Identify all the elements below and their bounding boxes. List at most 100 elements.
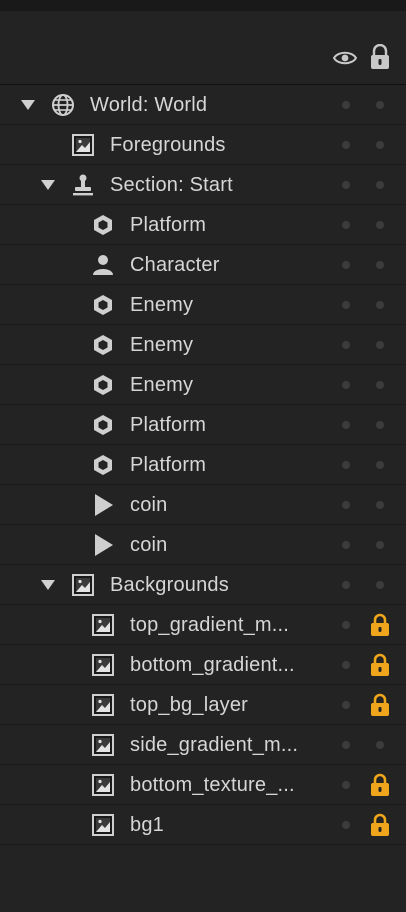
outline-row[interactable]: bottom_gradient...: [0, 645, 406, 685]
visibility-toggle[interactable]: [342, 501, 350, 509]
hexagon-icon: [91, 293, 115, 317]
visibility-toggle[interactable]: [342, 341, 350, 349]
visibility-toggle[interactable]: [342, 541, 350, 549]
visibility-toggle[interactable]: [342, 461, 350, 469]
visibility-toggle[interactable]: [342, 701, 350, 709]
visibility-toggle[interactable]: [342, 181, 350, 189]
outline-row[interactable]: Character: [0, 245, 406, 285]
visibility-toggle[interactable]: [342, 101, 350, 109]
visibility-toggle[interactable]: [342, 581, 350, 589]
scene-outline-tree: World: World Foregrounds Section: Start Pla…: [0, 85, 406, 845]
eye-icon[interactable]: [333, 49, 357, 67]
lock-toggle[interactable]: [376, 741, 384, 749]
play-icon: [91, 533, 115, 557]
outline-row-label: top_bg_layer: [130, 694, 249, 716]
outline-row[interactable]: World: World: [0, 85, 406, 125]
image-icon: [71, 573, 95, 597]
outline-row-label: bottom_gradient...: [130, 654, 295, 676]
visibility-toggle[interactable]: [342, 821, 350, 829]
outline-row[interactable]: Enemy: [0, 285, 406, 325]
hexagon-icon: [91, 373, 115, 397]
outline-row-label: Enemy: [130, 294, 194, 316]
outline-row-label: bottom_texture_...: [130, 774, 295, 796]
lock-toggle[interactable]: [376, 421, 384, 429]
outline-row-label: coin: [130, 494, 168, 516]
outline-row[interactable]: top_gradient_m...: [0, 605, 406, 645]
image-icon: [91, 653, 115, 677]
outline-row-label: World: World: [90, 94, 208, 116]
outline-row-label: Section: Start: [110, 174, 233, 196]
outline-row[interactable]: Backgrounds: [0, 565, 406, 605]
globe-icon: [51, 93, 75, 117]
outline-row-label: Platform: [130, 454, 207, 476]
outline-row-label: Platform: [130, 214, 207, 236]
play-icon: [91, 493, 115, 517]
lock-toggle[interactable]: [376, 301, 384, 309]
lock-icon[interactable]: [369, 44, 391, 70]
lock-icon[interactable]: [370, 653, 390, 677]
outline-row[interactable]: top_bg_layer: [0, 685, 406, 725]
lock-toggle[interactable]: [376, 461, 384, 469]
disclosure-arrow-icon[interactable]: [41, 180, 55, 190]
visibility-toggle[interactable]: [342, 381, 350, 389]
disclosure-arrow-icon[interactable]: [41, 580, 55, 590]
outline-row[interactable]: Section: Start: [0, 165, 406, 205]
outline-row[interactable]: Foregrounds: [0, 125, 406, 165]
outline-row[interactable]: Platform: [0, 445, 406, 485]
lock-toggle[interactable]: [376, 381, 384, 389]
visibility-toggle[interactable]: [342, 141, 350, 149]
person-icon: [91, 253, 115, 277]
lock-toggle[interactable]: [376, 501, 384, 509]
visibility-toggle[interactable]: [342, 221, 350, 229]
outline-row-label: Enemy: [130, 374, 194, 396]
lock-toggle[interactable]: [376, 341, 384, 349]
outline-row[interactable]: Enemy: [0, 365, 406, 405]
outline-row-label: Character: [130, 254, 220, 276]
image-icon: [71, 133, 95, 157]
outline-header: [0, 11, 406, 85]
lock-toggle[interactable]: [376, 141, 384, 149]
hexagon-icon: [91, 413, 115, 437]
lock-toggle[interactable]: [376, 101, 384, 109]
hexagon-icon: [91, 453, 115, 477]
outline-row[interactable]: bg1: [0, 805, 406, 845]
outline-row-label: top_gradient_m...: [130, 614, 290, 636]
lock-toggle[interactable]: [376, 221, 384, 229]
visibility-toggle[interactable]: [342, 421, 350, 429]
visibility-toggle[interactable]: [342, 661, 350, 669]
outline-row[interactable]: side_gradient_m...: [0, 725, 406, 765]
stamp-icon: [71, 173, 95, 197]
lock-toggle[interactable]: [376, 581, 384, 589]
visibility-toggle[interactable]: [342, 781, 350, 789]
outline-row-label: Platform: [130, 414, 207, 436]
outline-row-label: bg1: [130, 814, 164, 836]
visibility-toggle[interactable]: [342, 261, 350, 269]
outline-row[interactable]: coin: [0, 525, 406, 565]
window-top-strip: [0, 0, 406, 11]
lock-icon[interactable]: [370, 773, 390, 797]
lock-icon[interactable]: [370, 813, 390, 837]
outline-row-label: Foregrounds: [110, 134, 226, 156]
lock-toggle[interactable]: [376, 181, 384, 189]
outline-row[interactable]: bottom_texture_...: [0, 765, 406, 805]
image-icon: [91, 813, 115, 837]
outline-row[interactable]: Platform: [0, 205, 406, 245]
image-icon: [91, 693, 115, 717]
image-icon: [91, 773, 115, 797]
visibility-toggle[interactable]: [342, 301, 350, 309]
outline-row-label: coin: [130, 534, 168, 556]
lock-icon[interactable]: [370, 693, 390, 717]
disclosure-arrow-icon[interactable]: [21, 100, 35, 110]
visibility-toggle[interactable]: [342, 741, 350, 749]
outline-row[interactable]: Platform: [0, 405, 406, 445]
lock-toggle[interactable]: [376, 261, 384, 269]
outline-row-label: Backgrounds: [110, 574, 229, 596]
lock-icon[interactable]: [370, 613, 390, 637]
outline-row[interactable]: Enemy: [0, 325, 406, 365]
outline-row[interactable]: coin: [0, 485, 406, 525]
image-icon: [91, 733, 115, 757]
visibility-toggle[interactable]: [342, 621, 350, 629]
outline-row-label: Enemy: [130, 334, 194, 356]
lock-toggle[interactable]: [376, 541, 384, 549]
outline-row-label: side_gradient_m...: [130, 734, 299, 756]
